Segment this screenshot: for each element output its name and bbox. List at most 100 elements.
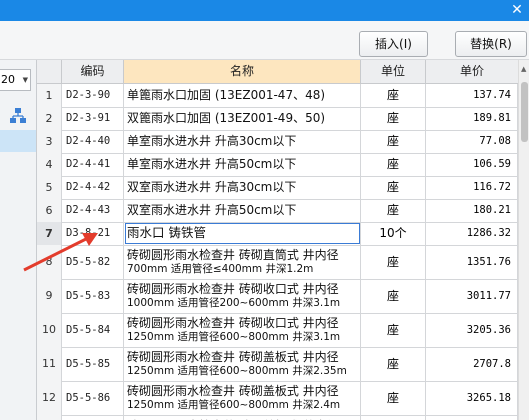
scrollbar-thumb[interactable] bbox=[521, 82, 528, 142]
table-row[interactable]: 5 D2-4-42 双室雨水进水井 升高30cm以下 座 116.72 bbox=[37, 176, 518, 200]
row-name[interactable]: 双篦雨水口加固 (13EZ001-49、50) bbox=[124, 107, 361, 130]
row-name[interactable]: 砖砌圆形雨水检查井 砖砌盖板式 井内径 1250mm 适用管径600~800mm … bbox=[124, 381, 361, 415]
row-index[interactable]: 3 bbox=[37, 130, 62, 153]
row-code[interactable] bbox=[62, 415, 124, 420]
row-index[interactable]: 8 bbox=[37, 245, 62, 279]
header-name[interactable]: 名称 bbox=[124, 60, 361, 84]
row-name[interactable]: 砖砌圆形雨水检查井 砖砌收口式 井内径 1250mm 适用管径600~800mm … bbox=[124, 313, 361, 347]
row-code[interactable]: D5-5-85 bbox=[62, 347, 124, 381]
chevron-down-icon[interactable]: ▼ bbox=[23, 70, 28, 90]
name-line: 雨水口 铸铁管 bbox=[127, 225, 206, 240]
row-code[interactable]: D5-5-83 bbox=[62, 279, 124, 313]
row-code[interactable]: D3-8-21 bbox=[62, 222, 124, 245]
row-index[interactable]: 11 bbox=[37, 347, 62, 381]
table-row[interactable]: 4 D2-4-41 单室雨水进水井 升高50cm以下 座 106.59 bbox=[37, 153, 518, 177]
row-index[interactable]: 7 bbox=[37, 222, 62, 245]
table-row[interactable]: 2 D2-3-91 双篦雨水口加固 (13EZ001-49、50) 座 189.81 bbox=[37, 107, 518, 131]
row-unit[interactable]: 座 bbox=[361, 199, 426, 222]
name-line: 1250mm 适用管径600~800mm 井深2.4m bbox=[127, 399, 341, 411]
header-unit[interactable]: 单位 bbox=[361, 60, 426, 84]
row-code[interactable]: D2-4-40 bbox=[62, 130, 124, 153]
row-name[interactable]: 雨水口 铸铁管 bbox=[124, 222, 361, 245]
row-code[interactable]: D2-3-91 bbox=[62, 107, 124, 130]
row-unit[interactable]: 座 bbox=[361, 107, 426, 130]
vertical-scrollbar[interactable]: ▲ bbox=[518, 60, 529, 420]
name-line: 单篦雨水口加固 (13EZ001-47、48) bbox=[127, 88, 326, 102]
name-line: 1000mm 适用管径200~600mm 井深3.1m bbox=[127, 297, 341, 309]
row-index[interactable]: 1 bbox=[37, 84, 62, 107]
row-price[interactable]: 77.08 bbox=[426, 130, 518, 153]
row-name[interactable]: 砖砌圆形雨水检查井 砖砌直筒式 井内径 700mm 适用管径≤400mm 井深1.… bbox=[124, 245, 361, 279]
row-unit[interactable] bbox=[361, 415, 426, 420]
name-line: 单室雨水进水井 升高30cm以下 bbox=[127, 134, 297, 148]
close-icon[interactable]: ✕ bbox=[509, 0, 525, 20]
table-row[interactable]: 3 D2-4-40 单室雨水进水井 升高30cm以下 座 77.08 bbox=[37, 130, 518, 154]
combo-box[interactable]: 20 ▼ bbox=[0, 69, 31, 91]
table-row[interactable]: 12 D5-5-86 砖砌圆形雨水检查井 砖砌盖板式 井内径 1250mm 适用管径6… bbox=[37, 381, 518, 416]
row-price[interactable]: 106.59 bbox=[426, 153, 518, 176]
table-row[interactable]: 砖砌圆形雨水检查井 砖砌盖板式 井内径 bbox=[37, 415, 518, 420]
tree-icon[interactable] bbox=[8, 106, 28, 126]
row-name[interactable]: 单室雨水进水井 升高30cm以下 bbox=[124, 130, 361, 153]
row-price[interactable]: 3011.77 bbox=[426, 279, 518, 313]
row-price[interactable]: 3265.18 bbox=[426, 381, 518, 415]
row-unit[interactable]: 座 bbox=[361, 313, 426, 347]
header-price[interactable]: 单价 bbox=[426, 60, 518, 84]
row-name[interactable]: 双室雨水进水井 升高30cm以下 bbox=[124, 176, 361, 199]
row-code[interactable]: D5-5-84 bbox=[62, 313, 124, 347]
replace-button[interactable]: 替换(R) bbox=[455, 31, 527, 57]
row-index[interactable]: 12 bbox=[37, 381, 62, 415]
insert-button[interactable]: 插入(I) bbox=[359, 31, 428, 57]
row-unit[interactable]: 座 bbox=[361, 381, 426, 415]
row-name[interactable]: 砖砌圆形雨水检查井 砖砌盖板式 井内径 bbox=[124, 415, 361, 420]
scroll-up-icon[interactable]: ▲ bbox=[521, 65, 526, 73]
row-name[interactable]: 双室雨水进水井 升高50cm以下 bbox=[124, 199, 361, 222]
name-line: 双篦雨水口加固 (13EZ001-49、50) bbox=[127, 111, 326, 125]
table-row[interactable]: 9 D5-5-83 砖砌圆形雨水检查井 砖砌收口式 井内径 1000mm 适用管径20… bbox=[37, 279, 518, 314]
row-index[interactable] bbox=[37, 415, 62, 420]
row-price[interactable]: 1351.76 bbox=[426, 245, 518, 279]
left-panel-selected-item[interactable] bbox=[0, 130, 36, 152]
row-name[interactable]: 砖砌圆形雨水检查井 砖砌收口式 井内径 1000mm 适用管径200~600mm … bbox=[124, 279, 361, 313]
row-unit[interactable]: 10个 bbox=[361, 222, 426, 245]
table-row[interactable]: 8 D5-5-82 砖砌圆形雨水检查井 砖砌直筒式 井内径 700mm 适用管径≤40… bbox=[37, 245, 518, 280]
left-panel: 20 ▼ bbox=[0, 60, 37, 420]
row-unit[interactable]: 座 bbox=[361, 347, 426, 381]
row-index[interactable]: 2 bbox=[37, 107, 62, 130]
table-row[interactable]: 6 D2-4-43 双室雨水进水井 升高50cm以下 座 180.21 bbox=[37, 199, 518, 223]
row-unit[interactable]: 座 bbox=[361, 245, 426, 279]
row-index[interactable]: 4 bbox=[37, 153, 62, 176]
row-price[interactable]: 137.74 bbox=[426, 84, 518, 107]
row-index[interactable]: 10 bbox=[37, 313, 62, 347]
row-name[interactable]: 单篦雨水口加固 (13EZ001-47、48) bbox=[124, 84, 361, 107]
row-index[interactable]: 5 bbox=[37, 176, 62, 199]
row-unit[interactable]: 座 bbox=[361, 176, 426, 199]
row-unit[interactable]: 座 bbox=[361, 84, 426, 107]
row-name[interactable]: 砖砌圆形雨水检查井 砖砌盖板式 井内径 1250mm 适用管径600~800mm … bbox=[124, 347, 361, 381]
row-price[interactable]: 2707.8 bbox=[426, 347, 518, 381]
row-price[interactable] bbox=[426, 415, 518, 420]
row-price[interactable]: 116.72 bbox=[426, 176, 518, 199]
row-unit[interactable]: 座 bbox=[361, 130, 426, 153]
table-row[interactable]: 11 D5-5-85 砖砌圆形雨水检查井 砖砌盖板式 井内径 1250mm 适用管径6… bbox=[37, 347, 518, 382]
row-code[interactable]: D5-5-82 bbox=[62, 245, 124, 279]
row-price[interactable]: 180.21 bbox=[426, 199, 518, 222]
row-unit[interactable]: 座 bbox=[361, 153, 426, 176]
row-code[interactable]: D2-4-42 bbox=[62, 176, 124, 199]
table-row[interactable]: 1 D2-3-90 单篦雨水口加固 (13EZ001-47、48) 座 137.74 bbox=[37, 84, 518, 108]
name-line: 双室雨水进水井 升高50cm以下 bbox=[127, 203, 297, 217]
row-price[interactable]: 3205.36 bbox=[426, 313, 518, 347]
row-code[interactable]: D2-4-43 bbox=[62, 199, 124, 222]
row-unit[interactable]: 座 bbox=[361, 279, 426, 313]
row-price[interactable]: 189.81 bbox=[426, 107, 518, 130]
row-code[interactable]: D2-4-41 bbox=[62, 153, 124, 176]
header-code[interactable]: 编码 bbox=[62, 60, 124, 84]
row-code[interactable]: D5-5-86 bbox=[62, 381, 124, 415]
row-index[interactable]: 6 bbox=[37, 199, 62, 222]
table-row[interactable]: 10 D5-5-84 砖砌圆形雨水检查井 砖砌收口式 井内径 1250mm 适用管径6… bbox=[37, 313, 518, 348]
table-row[interactable]: 7 D3-8-21 雨水口 铸铁管 10个 1286.32 bbox=[37, 222, 518, 246]
row-index[interactable]: 9 bbox=[37, 279, 62, 313]
row-code[interactable]: D2-3-90 bbox=[62, 84, 124, 107]
row-price[interactable]: 1286.32 bbox=[426, 222, 518, 245]
row-name[interactable]: 单室雨水进水井 升高50cm以下 bbox=[124, 153, 361, 176]
